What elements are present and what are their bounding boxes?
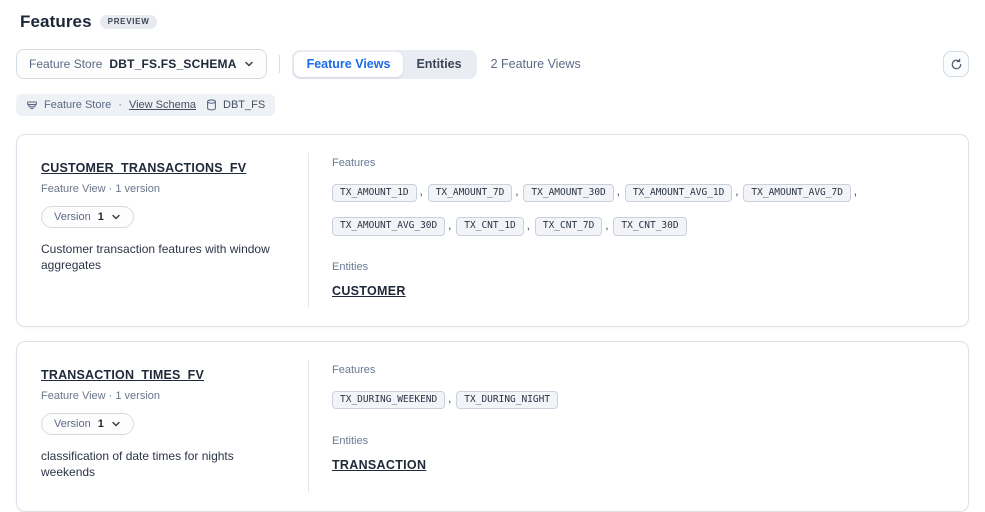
entity-link[interactable]: TRANSACTION: [332, 458, 426, 472]
entities-section-label: Entities: [332, 435, 944, 447]
entities-section: Entities CUSTOMER: [332, 261, 944, 300]
card-summary: CUSTOMER_TRANSACTIONS_FV Feature View · …: [17, 135, 308, 326]
feature-chip: TX_CNT_30D: [613, 217, 686, 235]
card-detail: Features TX_AMOUNT_1D,TX_AMOUNT_7D,TX_AM…: [309, 135, 968, 326]
version-value: 1: [98, 211, 104, 223]
feature-chip: TX_AMOUNT_1D: [332, 184, 417, 202]
chip-separator: ,: [854, 186, 857, 198]
refresh-button[interactable]: [943, 51, 969, 77]
tab-feature-views[interactable]: Feature Views: [294, 52, 404, 77]
refresh-icon: [950, 58, 963, 71]
chevron-down-icon: [111, 419, 121, 429]
chip-separator: ,: [448, 220, 451, 232]
feature-views-count: 2 Feature Views: [491, 57, 581, 71]
feature-store-icon: [26, 99, 38, 111]
version-value: 1: [98, 418, 104, 430]
toolbar-divider: [279, 55, 280, 73]
feature-chip: TX_AMOUNT_AVG_1D: [625, 184, 733, 202]
view-schema-link[interactable]: View Schema: [129, 99, 196, 111]
feature-view-description: classification of date times for nights …: [41, 448, 284, 480]
breadcrumb-row: Feature Store · View Schema DBT_FS: [16, 94, 969, 116]
breadcrumb-store-label: Feature Store: [44, 99, 111, 111]
feature-chip: TX_AMOUNT_7D: [428, 184, 513, 202]
feature-store-selector-value: DBT_FS.FS_SCHEMA: [109, 57, 236, 71]
features-section-label: Features: [332, 364, 944, 376]
feature-chip: TX_DURING_WEEKEND: [332, 391, 445, 409]
features-page: Features PREVIEW Feature Store DBT_FS.FS…: [0, 0, 985, 512]
feature-view-meta: Feature View · 1 version: [41, 390, 284, 402]
chip-separator: ,: [605, 220, 608, 232]
breadcrumb: Feature Store · View Schema DBT_FS: [16, 94, 275, 116]
entities-section: Entities TRANSACTION: [332, 435, 944, 474]
chip-separator: ,: [617, 186, 620, 198]
view-toggle: Feature Views Entities: [292, 50, 477, 79]
feature-chip: TX_AMOUNT_AVG_7D: [743, 184, 851, 202]
feature-view-card: TRANSACTION_TIMES_FV Feature View · 1 ve…: [16, 341, 969, 511]
chip-separator: ,: [448, 393, 451, 405]
features-chip-list: TX_DURING_WEEKEND, TX_DURING_NIGHT: [332, 383, 942, 417]
chip-separator: ,: [735, 186, 738, 198]
feature-store-selector[interactable]: Feature Store DBT_FS.FS_SCHEMA: [16, 49, 267, 79]
feature-chip: TX_CNT_7D: [535, 217, 602, 235]
feature-chip: TX_AMOUNT_AVG_30D: [332, 217, 445, 235]
version-label: Version: [54, 211, 91, 223]
chip-separator: ,: [515, 186, 518, 198]
feature-chip: TX_AMOUNT_30D: [523, 184, 613, 202]
entity-list: TRANSACTION: [332, 456, 944, 474]
chip-separator: ,: [420, 186, 423, 198]
entity-link[interactable]: CUSTOMER: [332, 284, 406, 298]
feature-view-name-link[interactable]: CUSTOMER_TRANSACTIONS_FV: [41, 161, 246, 175]
version-selector[interactable]: Version 1: [41, 206, 134, 228]
feature-view-name-link[interactable]: TRANSACTION_TIMES_FV: [41, 368, 204, 382]
version-label: Version: [54, 418, 91, 430]
feature-view-card: CUSTOMER_TRANSACTIONS_FV Feature View · …: [16, 134, 969, 327]
feature-view-list: CUSTOMER_TRANSACTIONS_FV Feature View · …: [16, 134, 969, 512]
tab-entities[interactable]: Entities: [403, 52, 474, 77]
feature-store-selector-label: Feature Store: [29, 57, 102, 71]
feature-view-meta: Feature View · 1 version: [41, 183, 284, 195]
chevron-down-icon: [111, 212, 121, 222]
card-summary: TRANSACTION_TIMES_FV Feature View · 1 ve…: [17, 342, 308, 510]
entities-section-label: Entities: [332, 261, 944, 273]
page-header: Features PREVIEW: [16, 12, 969, 32]
breadcrumb-database-name: DBT_FS: [223, 99, 265, 111]
feature-chip: TX_CNT_1D: [456, 217, 523, 235]
feature-view-description: Customer transaction features with windo…: [41, 241, 284, 273]
version-selector[interactable]: Version 1: [41, 413, 134, 435]
chip-separator: ,: [527, 220, 530, 232]
entity-list: CUSTOMER: [332, 282, 944, 300]
breadcrumb-separator: ·: [118, 99, 122, 111]
toolbar: Feature Store DBT_FS.FS_SCHEMA Feature V…: [16, 49, 969, 79]
feature-chip: TX_DURING_NIGHT: [456, 391, 558, 409]
database-icon: [206, 99, 217, 111]
page-title: Features: [20, 12, 92, 32]
preview-badge: PREVIEW: [100, 15, 158, 29]
features-section-label: Features: [332, 157, 944, 169]
card-detail: Features TX_DURING_WEEKEND, TX_DURING_NIG…: [309, 342, 968, 510]
features-chip-list: TX_AMOUNT_1D,TX_AMOUNT_7D,TX_AMOUNT_30D,…: [332, 176, 942, 243]
chevron-down-icon: [244, 59, 254, 69]
